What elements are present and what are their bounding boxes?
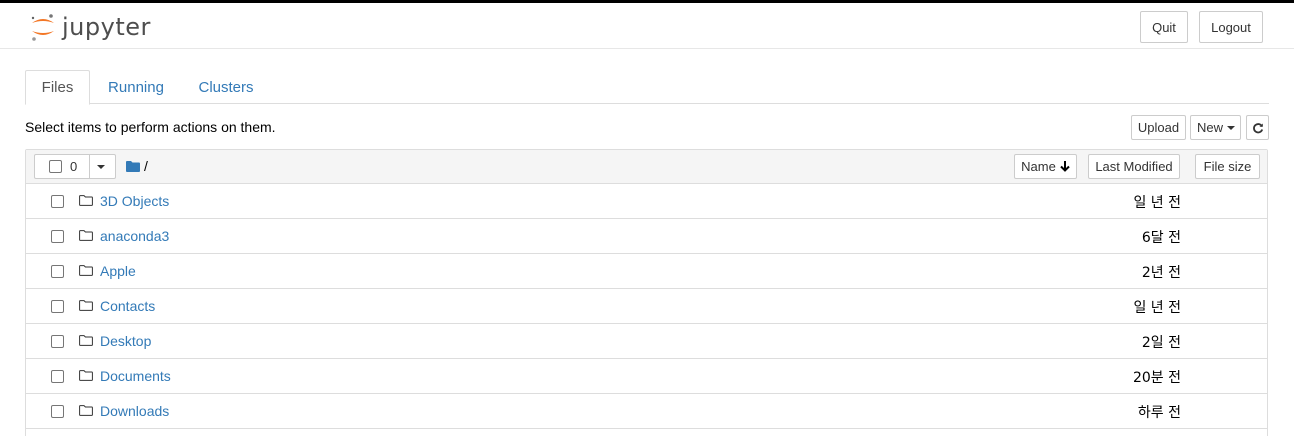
header-bar: jupyter Quit Logout [0,3,1294,49]
refresh-icon [1252,122,1263,133]
file-name-link[interactable]: Downloads [100,403,169,419]
row-checkbox[interactable] [51,405,64,418]
file-list-header: 0 / Name Last Modified File size [26,150,1267,184]
folder-solid-icon[interactable] [126,161,140,172]
file-modified: 2일 전 [1141,335,1181,351]
file-modified: 20분 전 [1132,370,1181,386]
divider [89,155,90,178]
instructions-text: Select items to perform actions on them. [25,119,276,135]
file-row[interactable]: Downloads 하루 전 [26,394,1267,429]
folder-icon [79,230,93,241]
file-modified: 2년 전 [1141,265,1181,281]
row-checkbox[interactable] [51,300,64,313]
sort-name-label: Name [1021,159,1056,174]
tab-clusters[interactable]: Clusters [188,70,264,104]
row-checkbox[interactable] [51,195,64,208]
select-all-group: 0 [34,154,116,179]
row-checkbox[interactable] [51,265,64,278]
file-name-link[interactable]: Documents [100,368,171,384]
select-all-checkbox[interactable] [49,160,62,173]
folder-icon [79,405,93,416]
file-name-link[interactable]: Apple [100,263,136,279]
new-label: New [1197,120,1224,135]
folder-icon [79,335,93,346]
file-row[interactable]: Apple 2년 전 [26,254,1267,289]
logout-button[interactable]: Logout [1199,11,1263,43]
quit-button[interactable]: Quit [1140,11,1188,43]
file-modified: 일 년 전 [1133,195,1181,211]
folder-icon [79,195,93,206]
folder-icon [79,370,93,381]
file-name-link[interactable]: anaconda3 [100,228,169,244]
row-checkbox[interactable] [51,335,64,348]
row-checkbox[interactable] [51,230,64,243]
sort-file-size-button[interactable]: File size [1195,154,1260,179]
file-name-link[interactable]: Contacts [100,298,155,314]
file-modified: 하루 전 [1137,405,1181,421]
file-list: 0 / Name Last Modified File size 3D Obje… [25,149,1268,436]
sort-name-button[interactable]: Name [1014,154,1077,179]
arrow-down-icon [1060,161,1070,172]
sort-last-modified-button[interactable]: Last Modified [1088,154,1180,179]
jupyter-logo-icon [31,14,54,41]
row-checkbox[interactable] [51,370,64,383]
file-row[interactable]: Documents 20분 전 [26,359,1267,394]
caret-down-icon[interactable] [97,165,105,169]
file-name-link[interactable]: Desktop [100,333,151,349]
file-row[interactable]: 3D Objects 일 년 전 [26,184,1267,219]
file-name-link[interactable]: 3D Objects [100,193,169,209]
file-row[interactable]: Desktop 2일 전 [26,324,1267,359]
tab-running[interactable]: Running [97,70,175,104]
folder-icon [79,265,93,276]
caret-down-icon [1227,125,1236,130]
breadcrumb[interactable]: / [144,158,148,174]
jupyter-logo[interactable]: jupyter [30,11,151,43]
tab-files[interactable]: Files [25,70,90,105]
folder-icon [79,300,93,311]
file-row[interactable]: anaconda3 6달 전 [26,219,1267,254]
file-modified: 6달 전 [1141,230,1181,246]
logo-text: jupyter [62,13,151,41]
file-modified: 일 년 전 [1133,300,1181,316]
tab-bar: Files Running Clusters [25,70,1269,105]
new-dropdown-button[interactable]: New [1190,115,1241,140]
refresh-button[interactable] [1246,115,1269,140]
file-row[interactable]: Contacts 일 년 전 [26,289,1267,324]
upload-button[interactable]: Upload [1131,115,1186,140]
selected-count: 0 [70,159,78,174]
